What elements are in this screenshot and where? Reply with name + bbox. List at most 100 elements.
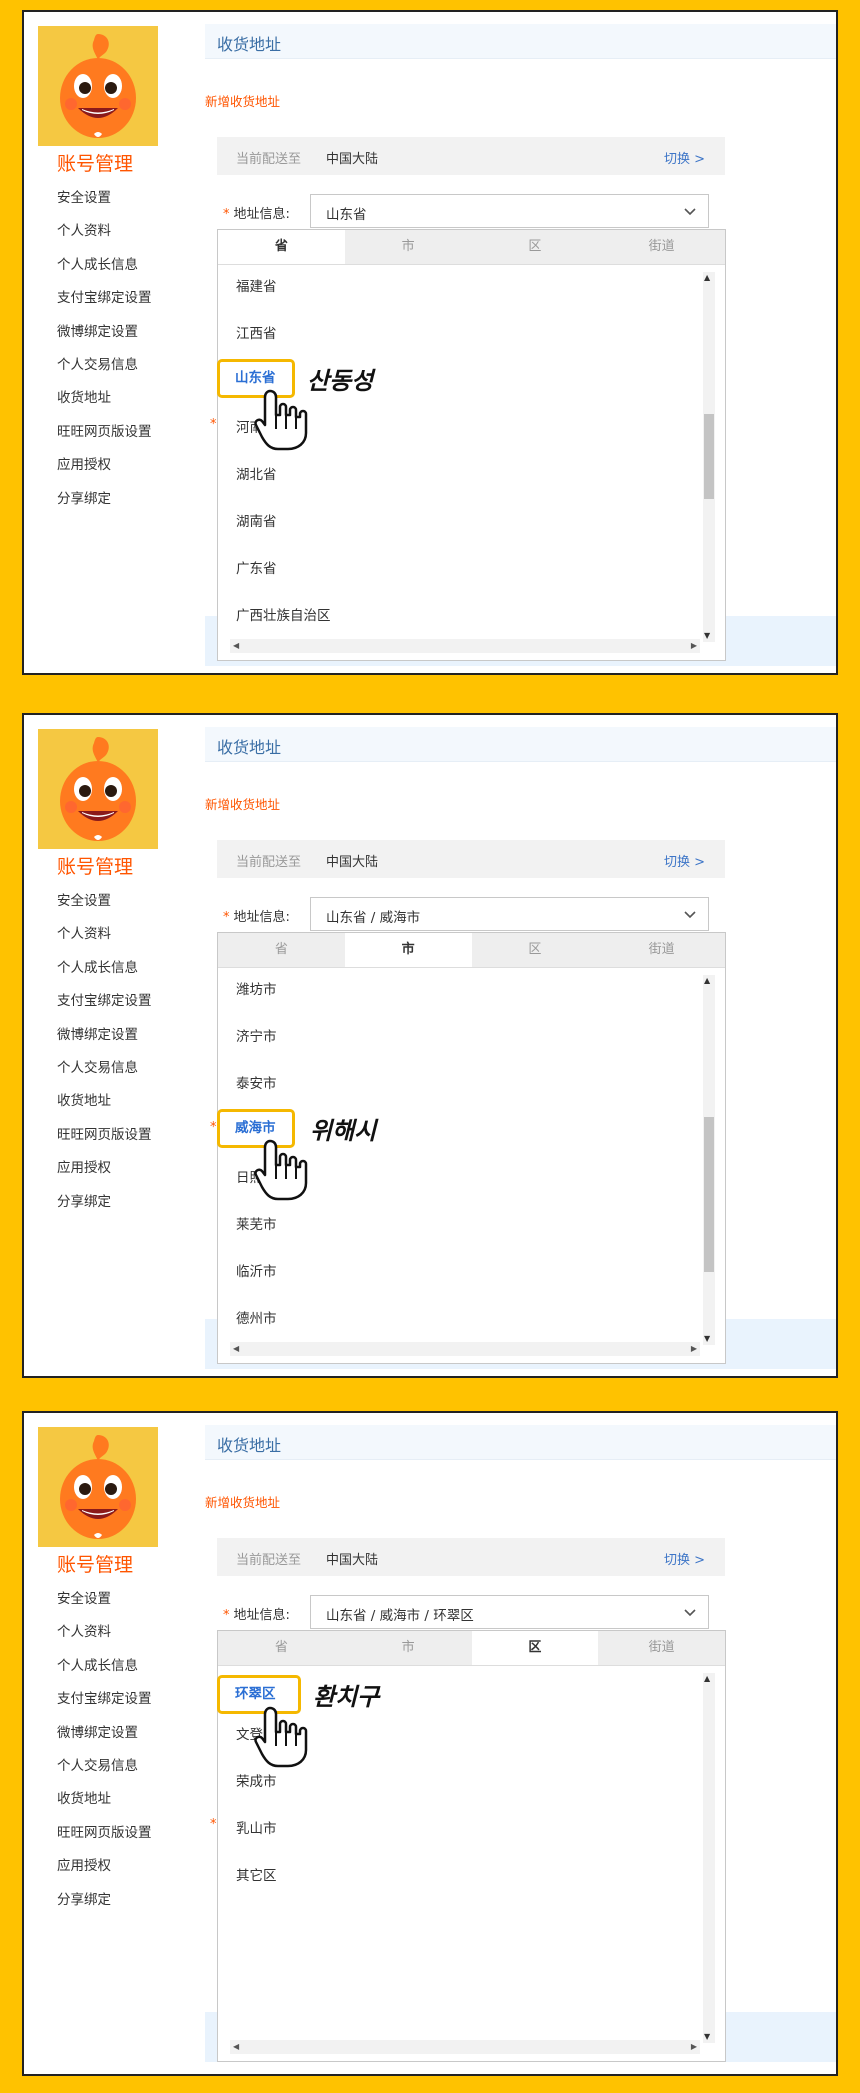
vertical-scrollbar[interactable]: ▲ ▼ (703, 1673, 715, 2043)
scroll-left-arrow-icon[interactable]: ◀ (233, 642, 239, 650)
panel-province-step: 账号管理 安全设置 个人资料 个人成长信息 支付宝绑定设置 微博绑定设置 个人交… (22, 10, 838, 675)
vertical-scrollbar[interactable]: ▲ ▼ (703, 272, 715, 642)
list-item[interactable]: 莱芜市 (218, 1202, 698, 1249)
list-item[interactable]: 湖北省 (218, 452, 698, 499)
page-title: 收货地址 (217, 1436, 282, 1455)
list-item[interactable]: 德州市 (218, 1296, 698, 1343)
switch-region-link[interactable]: 切换 > (664, 148, 705, 167)
side-menu-item-weibo[interactable]: 微博绑定设置 (57, 1717, 152, 1750)
tab-city[interactable]: 市 (344, 933, 472, 967)
scroll-down-arrow-icon[interactable]: ▼ (704, 2033, 710, 2041)
scroll-right-arrow-icon[interactable]: ▶ (691, 1345, 697, 1353)
side-menu-item-growth[interactable]: 个人成长信息 (57, 249, 152, 282)
side-menu-item-app-auth[interactable]: 应用授权 (57, 1152, 152, 1185)
side-menu-item-address[interactable]: 收货地址 (57, 382, 152, 415)
page-title: 收货地址 (217, 35, 282, 54)
list-item[interactable]: 潍坊市 (218, 967, 698, 1014)
tab-street[interactable]: 街道 (598, 1631, 725, 1665)
scroll-left-arrow-icon[interactable]: ◀ (233, 2043, 239, 2051)
side-menu-item-trade[interactable]: 个人交易信息 (57, 1052, 152, 1085)
list-item[interactable]: 江西省 (218, 311, 698, 358)
side-menu-item-trade[interactable]: 个人交易信息 (57, 349, 152, 382)
list-item[interactable]: 其它区 (218, 1853, 698, 1900)
address-info-text: 地址信息: (233, 207, 290, 222)
list-item[interactable]: 湖南省 (218, 499, 698, 546)
new-address-link[interactable]: 新增收货地址 (205, 1492, 280, 1511)
list-item[interactable]: 泰安市 (218, 1061, 698, 1108)
account-management-title: 账号管理 (57, 153, 134, 175)
scroll-up-arrow-icon[interactable]: ▲ (704, 977, 710, 985)
side-menu-item-weibo[interactable]: 微博绑定设置 (57, 1019, 152, 1052)
tab-province[interactable]: 省 (218, 933, 345, 967)
side-menu-item-share[interactable]: 分享绑定 (57, 483, 152, 516)
list-item[interactable]: 广东省 (218, 546, 698, 593)
list-item[interactable]: 广西壮族自治区 (218, 593, 698, 640)
side-menu-item-share[interactable]: 分享绑定 (57, 1884, 152, 1917)
scroll-up-arrow-icon[interactable]: ▲ (704, 274, 710, 282)
tab-province[interactable]: 省 (218, 1631, 345, 1665)
side-menu-item-growth[interactable]: 个人成长信息 (57, 1650, 152, 1683)
address-level-tabs: 省 市 区 街道 (218, 933, 725, 968)
korean-annotation: 위해시 (310, 1117, 377, 1145)
horizontal-scrollbar[interactable]: ◀ ▶ (230, 2040, 700, 2054)
side-menu-item-app-auth[interactable]: 应用授权 (57, 1850, 152, 1883)
scroll-left-arrow-icon[interactable]: ◀ (233, 1345, 239, 1353)
delivery-label: 当前配送至 (236, 855, 302, 870)
tab-street[interactable]: 街道 (598, 933, 725, 967)
scroll-down-arrow-icon[interactable]: ▼ (704, 1335, 710, 1343)
list-item[interactable]: 福建省 (218, 264, 698, 311)
side-menu-item-alipay[interactable]: 支付宝绑定设置 (57, 1683, 152, 1716)
address-select-value: 山东省 / 威海市 (326, 910, 421, 926)
scroll-down-arrow-icon[interactable]: ▼ (704, 632, 710, 640)
side-menu-item-wangwang[interactable]: 旺旺网页版设置 (57, 416, 152, 449)
horizontal-scrollbar[interactable]: ◀ ▶ (230, 639, 700, 653)
address-select[interactable]: 山东省 (310, 194, 709, 228)
tab-district[interactable]: 区 (471, 1631, 599, 1665)
side-menu-item-security[interactable]: 安全设置 (57, 1583, 152, 1616)
address-select[interactable]: 山东省 / 威海市 (310, 897, 709, 931)
switch-region-link[interactable]: 切换 > (664, 851, 705, 870)
side-menu-item-share[interactable]: 分享绑定 (57, 1186, 152, 1219)
required-star: * (223, 910, 230, 925)
tab-street[interactable]: 街道 (598, 230, 725, 264)
scroll-right-arrow-icon[interactable]: ▶ (691, 642, 697, 650)
scroll-up-arrow-icon[interactable]: ▲ (704, 1675, 710, 1683)
list-item[interactable]: 乳山市 (218, 1806, 698, 1853)
side-menu-item-security[interactable]: 安全设置 (57, 885, 152, 918)
horizontal-scrollbar[interactable]: ◀ ▶ (230, 1342, 700, 1356)
side-menu-item-wangwang[interactable]: 旺旺网页版设置 (57, 1119, 152, 1152)
list-item[interactable]: 济宁市 (218, 1014, 698, 1061)
side-menu-item-security[interactable]: 安全设置 (57, 182, 152, 215)
tab-district[interactable]: 区 (472, 933, 599, 967)
side-menu-item-alipay[interactable]: 支付宝绑定设置 (57, 985, 152, 1018)
new-address-link[interactable]: 新增收货地址 (205, 91, 280, 110)
side-menu-item-growth[interactable]: 个人成长信息 (57, 952, 152, 985)
vertical-scrollbar[interactable]: ▲ ▼ (703, 975, 715, 1345)
tab-city[interactable]: 市 (345, 1631, 472, 1665)
chevron-down-icon (684, 208, 696, 216)
side-menu-item-alipay[interactable]: 支付宝绑定设置 (57, 282, 152, 315)
tab-district[interactable]: 区 (472, 230, 599, 264)
side-menu-item-app-auth[interactable]: 应用授权 (57, 449, 152, 482)
side-menu-item-trade[interactable]: 个人交易信息 (57, 1750, 152, 1783)
side-menu: 安全设置 个人资料 个人成长信息 支付宝绑定设置 微博绑定设置 个人交易信息 收… (57, 182, 152, 516)
delivery-region-bar: 当前配送至 中国大陆 切换 > (217, 137, 725, 175)
scrollbar-thumb[interactable] (704, 414, 714, 499)
side-menu-item-profile[interactable]: 个人资料 (57, 1616, 152, 1649)
list-item[interactable]: 临沂市 (218, 1249, 698, 1296)
side-menu-item-weibo[interactable]: 微博绑定设置 (57, 316, 152, 349)
side-menu-item-profile[interactable]: 个人资料 (57, 918, 152, 951)
scroll-right-arrow-icon[interactable]: ▶ (691, 2043, 697, 2051)
side-menu-item-profile[interactable]: 个人资料 (57, 215, 152, 248)
switch-region-link[interactable]: 切换 > (664, 1549, 705, 1568)
tab-province[interactable]: 省 (218, 230, 345, 264)
scrollbar-thumb[interactable] (704, 1117, 714, 1272)
address-select[interactable]: 山东省 / 威海市 / 环翠区 (310, 1595, 709, 1629)
side-menu-item-address[interactable]: 收货地址 (57, 1783, 152, 1816)
tab-city[interactable]: 市 (345, 230, 472, 264)
chevron-down-icon (684, 911, 696, 919)
pointer-hand-icon (254, 389, 308, 451)
side-menu-item-address[interactable]: 收货地址 (57, 1085, 152, 1118)
side-menu-item-wangwang[interactable]: 旺旺网页版设置 (57, 1817, 152, 1850)
new-address-link[interactable]: 新增收货地址 (205, 794, 280, 813)
